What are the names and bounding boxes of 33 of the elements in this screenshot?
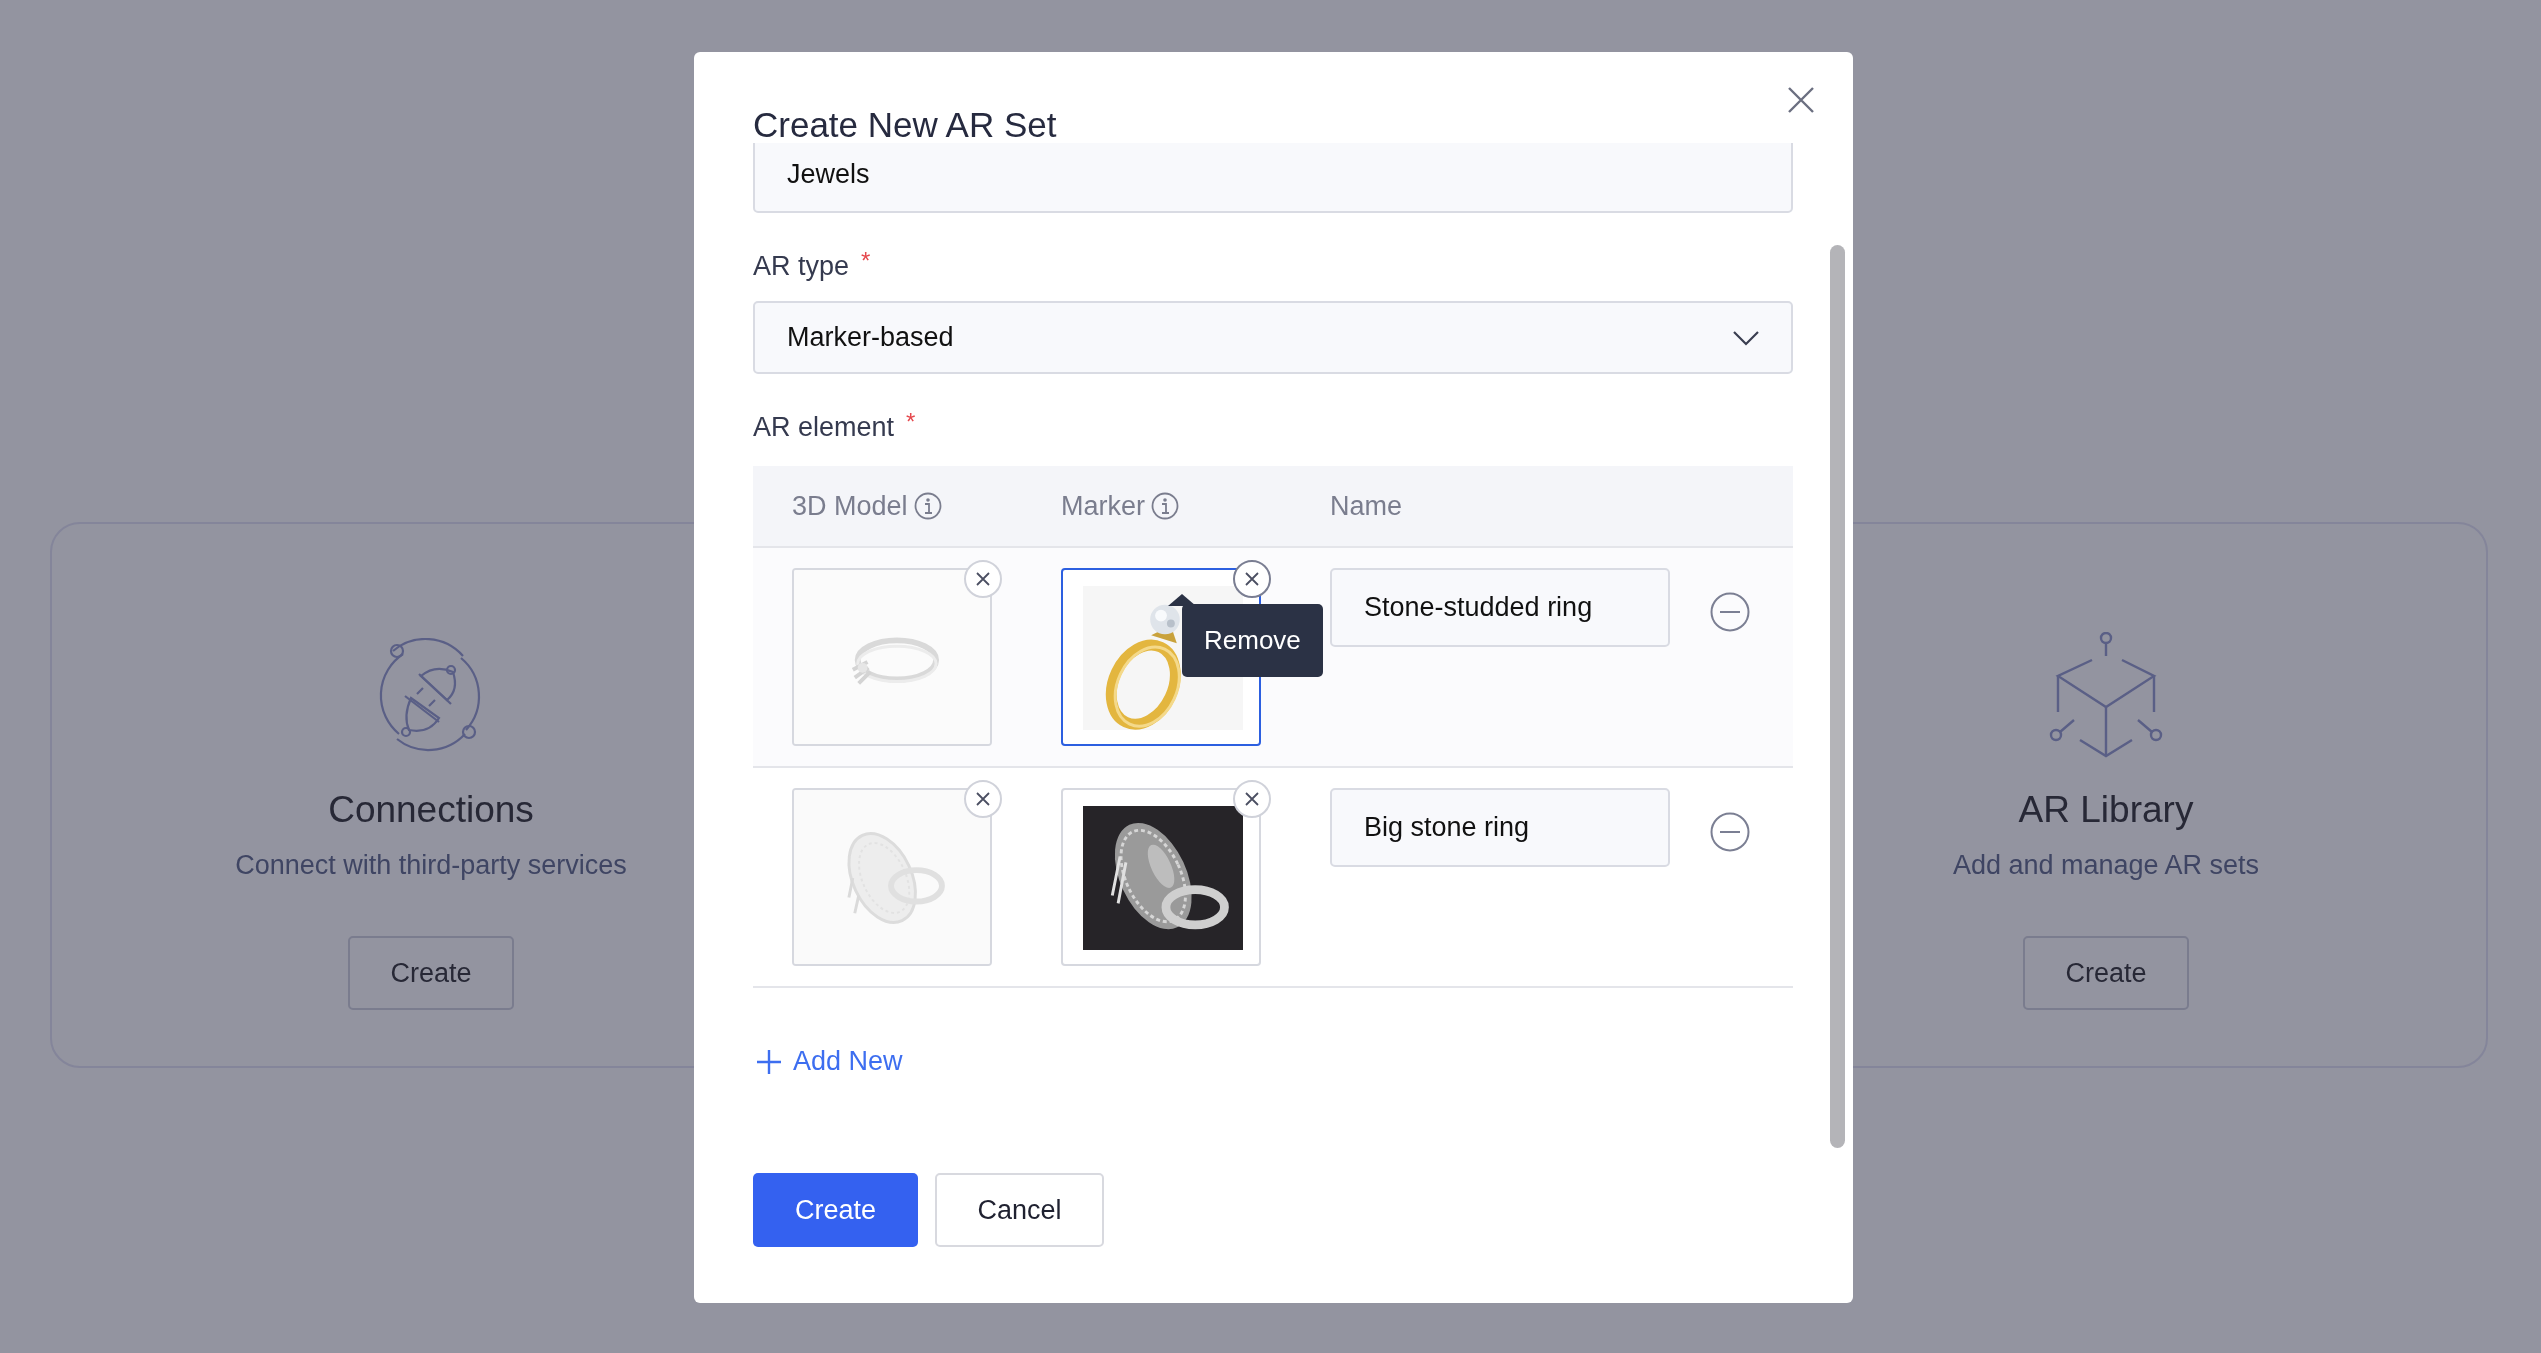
close-icon <box>976 792 990 806</box>
card-description: Add and manage AR sets <box>1952 849 2260 882</box>
scrollbar-thumb[interactable] <box>1830 245 1845 1148</box>
add-new-button[interactable]: Add New <box>753 1046 903 1077</box>
tooltip: Remove <box>1182 604 1323 677</box>
cube-icon <box>2048 632 2164 760</box>
create-button[interactable]: Create <box>348 936 514 1010</box>
close-icon <box>1245 572 1259 586</box>
close-icon <box>976 572 990 586</box>
column-header: 3D Model <box>792 490 908 522</box>
cancel-button[interactable]: Cancel <box>935 1173 1104 1247</box>
column-header: Marker <box>1061 490 1145 522</box>
chevron-down-icon <box>1733 329 1759 346</box>
required-mark: * <box>906 410 916 434</box>
create-button[interactable]: Create <box>2023 936 2189 1010</box>
dialog-title: Create New AR Set <box>753 104 1057 146</box>
plus-icon <box>757 1049 781 1074</box>
remove-row-icon[interactable] <box>1710 592 1750 632</box>
remove-row-icon[interactable] <box>1710 812 1750 852</box>
required-mark: * <box>861 249 871 273</box>
field-label: AR element <box>753 411 895 444</box>
column-header: Name <box>1330 490 1403 522</box>
create-button[interactable]: Create <box>753 1173 918 1247</box>
card-title: AR Library <box>2018 788 2194 832</box>
card-description: Connect with third-party services <box>235 849 627 882</box>
field-label: AR type <box>753 250 850 283</box>
close-icon <box>1245 792 1259 806</box>
ar-type-dropdown[interactable]: Marker-based <box>753 301 1793 374</box>
name-input[interactable]: Big stone ring <box>1330 788 1670 867</box>
name-input[interactable]: Stone-studded ring <box>1330 568 1670 647</box>
name-field[interactable]: Jewels <box>753 143 1793 213</box>
close-icon[interactable] <box>1787 86 1815 114</box>
card-title: Connections <box>328 788 534 832</box>
